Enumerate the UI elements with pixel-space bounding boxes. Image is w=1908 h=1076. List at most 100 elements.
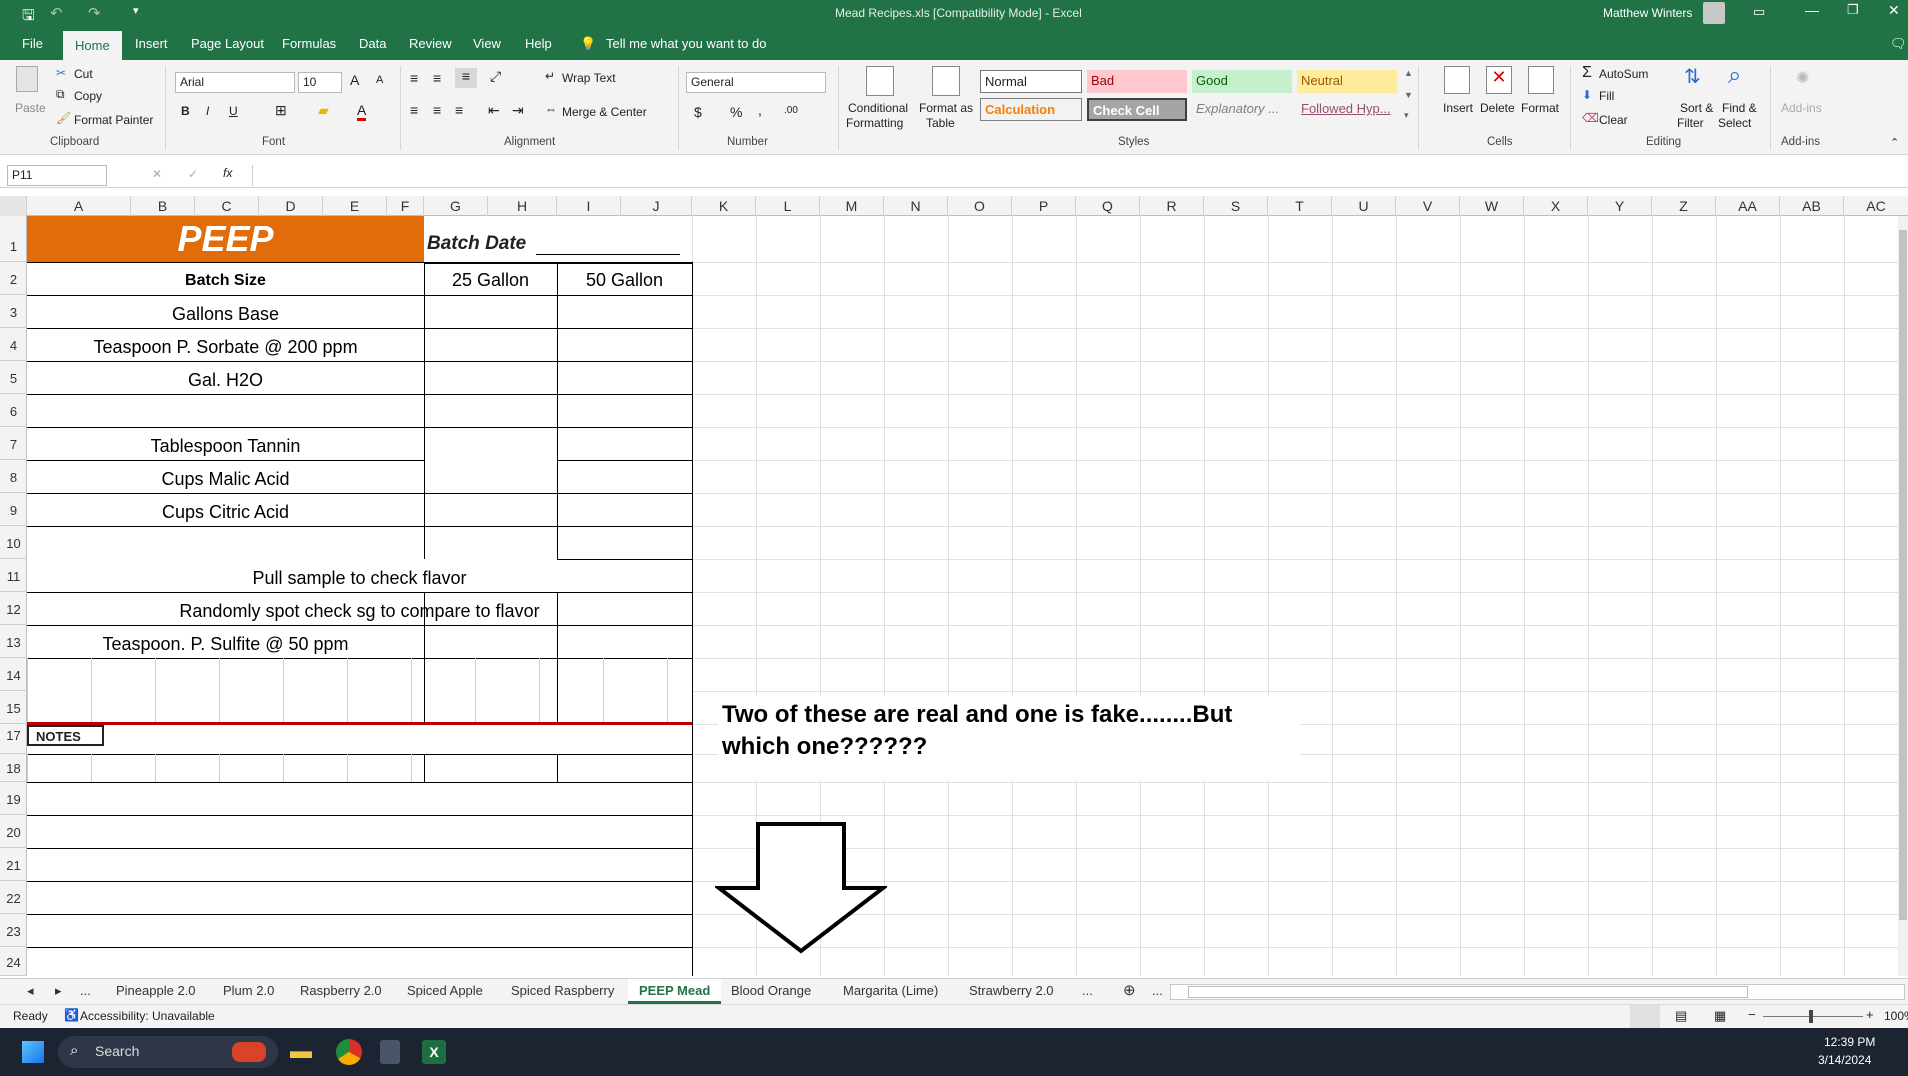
format-as-table-icon[interactable] bbox=[932, 66, 960, 96]
conditional-formatting-icon[interactable] bbox=[866, 66, 894, 96]
down-arrow-shape[interactable] bbox=[715, 821, 887, 956]
align-middle-icon[interactable]: ≡ bbox=[433, 70, 441, 86]
row-header[interactable]: 15 bbox=[0, 691, 27, 724]
row-header[interactable]: 5 bbox=[0, 361, 27, 394]
row-header[interactable]: 19 bbox=[0, 782, 27, 815]
normal-view-icon[interactable] bbox=[1630, 1005, 1660, 1029]
row-header[interactable]: 8 bbox=[0, 460, 27, 493]
sort-filter-line1[interactable]: Sort & bbox=[1680, 101, 1713, 115]
decrease-indent-icon[interactable]: ⇤ bbox=[488, 102, 500, 119]
row-header[interactable]: 20 bbox=[0, 815, 27, 848]
file-explorer-icon[interactable]: ▬ bbox=[290, 1038, 312, 1064]
tab-insert[interactable]: Insert bbox=[135, 36, 168, 51]
delete-cells-icon[interactable]: ✕ bbox=[1486, 66, 1512, 94]
row-header[interactable]: 18 bbox=[0, 754, 27, 782]
calculator-icon[interactable] bbox=[380, 1040, 400, 1064]
column-header[interactable]: AC bbox=[1844, 196, 1908, 216]
column-header[interactable]: Y bbox=[1588, 196, 1652, 216]
sheet-tab[interactable]: Strawberry 2.0 bbox=[969, 983, 1054, 998]
style-good[interactable]: Good bbox=[1192, 70, 1292, 93]
insert-cells-button[interactable]: Insert bbox=[1443, 101, 1473, 115]
tab-home[interactable]: Home bbox=[63, 31, 122, 60]
styles-scroll-up-icon[interactable]: ▲ bbox=[1404, 68, 1413, 78]
style-explanatory[interactable]: Explanatory ... bbox=[1192, 98, 1292, 121]
paste-button[interactable]: Paste bbox=[15, 101, 46, 115]
restore-icon[interactable]: ❐ bbox=[1847, 2, 1859, 18]
column-header[interactable]: L bbox=[756, 196, 820, 216]
align-bottom-icon[interactable]: ≡ bbox=[455, 68, 477, 88]
cut-icon[interactable]: ✂ bbox=[56, 66, 66, 80]
shrink-font-button[interactable]: A bbox=[376, 74, 383, 86]
collapse-ribbon-icon[interactable]: ⌃ bbox=[1890, 136, 1899, 149]
column-header[interactable]: T bbox=[1268, 196, 1332, 216]
select-all-corner[interactable] bbox=[0, 196, 27, 216]
cut-button[interactable]: Cut bbox=[74, 67, 93, 81]
item-sorbate[interactable]: Teaspoon P. Sorbate @ 200 ppm bbox=[27, 337, 424, 358]
cancel-icon[interactable]: ✕ bbox=[152, 167, 162, 181]
more-sheets-left[interactable]: ... bbox=[80, 983, 91, 998]
format-as-table-line1[interactable]: Format as bbox=[919, 101, 973, 115]
next-sheet-icon[interactable]: ▸ bbox=[55, 983, 62, 999]
style-check-cell[interactable]: Check Cell bbox=[1087, 98, 1187, 121]
sheet-tab[interactable]: Plum 2.0 bbox=[223, 983, 274, 998]
align-left-icon[interactable]: ≡ bbox=[410, 102, 418, 118]
close-icon[interactable]: ✕ bbox=[1888, 2, 1900, 19]
fill-button[interactable]: Fill bbox=[1599, 89, 1614, 103]
sheet-tab[interactable]: Spiced Apple bbox=[407, 983, 483, 998]
find-select-line1[interactable]: Find & bbox=[1722, 101, 1757, 115]
page-break-view-icon[interactable]: ▦ bbox=[1714, 1008, 1726, 1024]
column-header[interactable]: A bbox=[27, 196, 131, 216]
col-50-gallon[interactable]: 50 Gallon bbox=[557, 270, 692, 291]
tab-view[interactable]: View bbox=[473, 36, 501, 51]
column-header[interactable]: M bbox=[820, 196, 884, 216]
column-header[interactable]: U bbox=[1332, 196, 1396, 216]
row-header[interactable]: 22 bbox=[0, 881, 27, 914]
clock-time[interactable]: 12:39 PM bbox=[1824, 1035, 1875, 1049]
undo-icon[interactable]: ↶ bbox=[50, 4, 63, 22]
row-header[interactable]: 12 bbox=[0, 592, 27, 625]
row-header[interactable]: 6 bbox=[0, 394, 27, 427]
sheet-tab[interactable]: Spiced Raspberry bbox=[511, 983, 614, 998]
clock-date[interactable]: 3/14/2024 bbox=[1818, 1053, 1871, 1067]
sheet-tab[interactable]: Margarita (Lime) bbox=[843, 983, 938, 998]
style-normal[interactable]: Normal bbox=[980, 70, 1082, 93]
row-header[interactable]: 7 bbox=[0, 427, 27, 460]
row-header[interactable]: 24 bbox=[0, 947, 27, 976]
tab-review[interactable]: Review bbox=[409, 36, 452, 51]
merge-center-button[interactable]: Merge & Center bbox=[562, 105, 647, 119]
redo-icon[interactable]: ↷ bbox=[88, 4, 101, 22]
minimize-icon[interactable]: — bbox=[1805, 2, 1819, 18]
sheet-tab[interactable]: Blood Orange bbox=[731, 983, 811, 998]
style-followed-hyperlink[interactable]: Followed Hyp... bbox=[1297, 98, 1397, 121]
format-cells-icon[interactable] bbox=[1528, 66, 1554, 94]
zoom-slider[interactable] bbox=[1763, 1016, 1863, 1017]
tab-data[interactable]: Data bbox=[359, 36, 386, 51]
row-header[interactable]: 14 bbox=[0, 658, 27, 691]
item-citric-acid[interactable]: Cups Citric Acid bbox=[27, 502, 424, 523]
row-header[interactable]: 13 bbox=[0, 625, 27, 658]
sort-filter-icon[interactable]: ⇅ bbox=[1684, 64, 1701, 89]
column-header[interactable]: R bbox=[1140, 196, 1204, 216]
tab-splitter[interactable]: ... bbox=[1152, 983, 1163, 998]
underline-button[interactable]: U bbox=[229, 104, 238, 118]
column-header[interactable]: Z bbox=[1652, 196, 1716, 216]
batch-size-label[interactable]: Batch Size bbox=[27, 272, 424, 290]
column-header[interactable]: J bbox=[621, 196, 692, 216]
row-header[interactable]: 21 bbox=[0, 848, 27, 881]
zoom-slider-thumb[interactable] bbox=[1809, 1010, 1813, 1023]
column-header[interactable]: P bbox=[1012, 196, 1076, 216]
styles-scroll-down-icon[interactable]: ▼ bbox=[1404, 90, 1413, 100]
column-header[interactable]: V bbox=[1396, 196, 1460, 216]
font-size-select[interactable]: 10 bbox=[298, 72, 342, 93]
row-header[interactable]: 10 bbox=[0, 526, 27, 559]
horizontal-scroll-thumb[interactable] bbox=[1188, 986, 1748, 998]
format-painter-button[interactable]: Format Painter bbox=[74, 113, 153, 127]
chrome-icon[interactable] bbox=[336, 1039, 362, 1065]
sheet-tab[interactable]: Raspberry 2.0 bbox=[300, 983, 382, 998]
tab-help[interactable]: Help bbox=[525, 36, 552, 51]
tab-page-layout[interactable]: Page Layout bbox=[191, 36, 264, 51]
row-header[interactable]: 11 bbox=[0, 559, 27, 592]
sort-filter-line2[interactable]: Filter bbox=[1677, 116, 1704, 130]
format-as-table-line2[interactable]: Table bbox=[926, 116, 955, 130]
zoom-level[interactable]: 100% bbox=[1884, 1009, 1908, 1023]
